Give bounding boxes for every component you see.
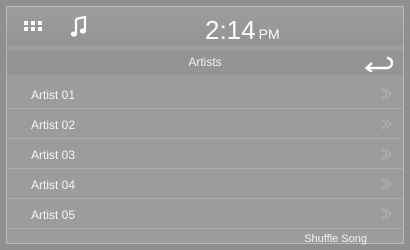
list-item[interactable]: Artist 05 [7, 199, 403, 229]
list-item-label: Artist 04 [31, 178, 76, 192]
music-app-screen: 2:14 PM Artists Artist 01 Artist 02 Artis… [6, 6, 404, 245]
list-item[interactable]: Artist 01 [7, 79, 403, 109]
list-item[interactable]: Artist 04 [7, 169, 403, 199]
page-title: Artists [188, 55, 222, 69]
double-chevron-right-icon [381, 208, 392, 220]
list-item-label: Artist 03 [31, 148, 76, 162]
double-chevron-right-icon [381, 88, 392, 100]
list-item-label: Artist 05 [31, 208, 76, 222]
back-arrow-icon[interactable] [363, 54, 393, 72]
artist-list: Artist 01 Artist 02 Artist 03 Artist 04 … [7, 79, 403, 229]
double-chevron-right-icon [381, 148, 392, 160]
list-item[interactable]: Artist 03 [7, 139, 403, 169]
menu-grid-icon[interactable] [24, 21, 46, 35]
title-bar: Artists [7, 51, 403, 75]
shuffle-song-button[interactable]: Shuffle Song [304, 233, 367, 245]
double-chevron-right-icon [381, 178, 392, 190]
status-bar: 2:14 PM [7, 7, 403, 45]
list-item-label: Artist 02 [31, 118, 76, 132]
clock-ampm: PM [258, 26, 280, 42]
music-note-icon[interactable] [70, 16, 88, 38]
double-chevron-right-icon [381, 118, 392, 130]
list-item-label: Artist 01 [31, 88, 76, 102]
clock: 2:14 PM [205, 17, 280, 47]
list-item[interactable]: Artist 02 [7, 109, 403, 139]
clock-time: 2:14 [205, 15, 256, 45]
